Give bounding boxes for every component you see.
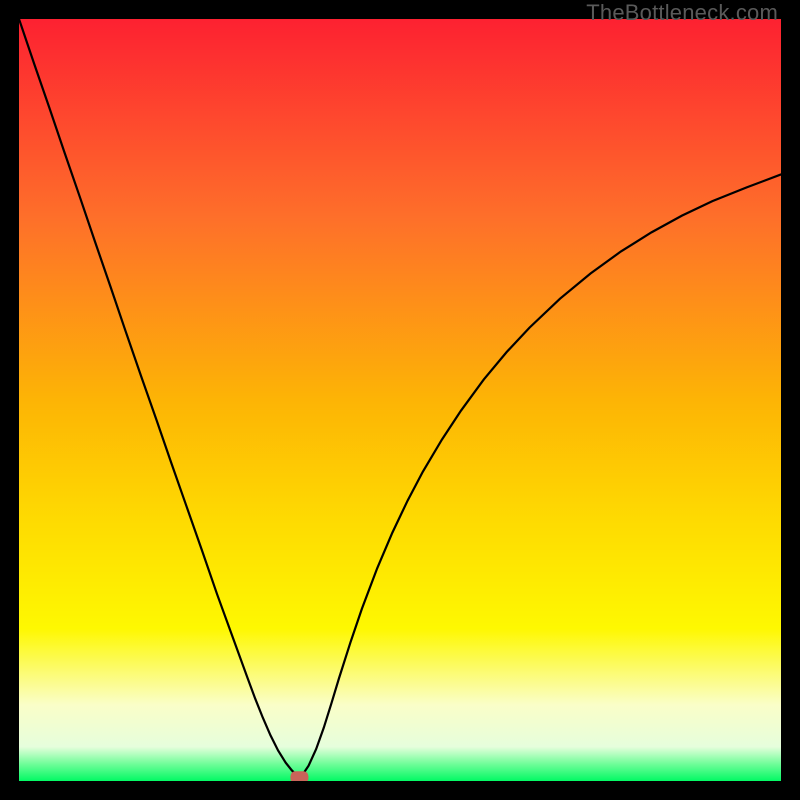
minimum-marker bbox=[290, 771, 308, 781]
chart-plot-area bbox=[19, 19, 781, 781]
watermark-text: TheBottleneck.com bbox=[586, 0, 778, 26]
chart-background-gradient bbox=[19, 19, 781, 781]
chart-svg bbox=[19, 19, 781, 781]
